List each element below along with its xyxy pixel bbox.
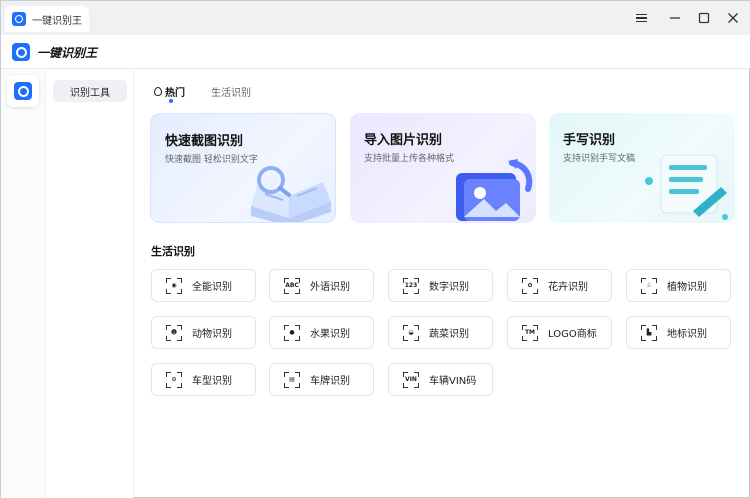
title-bar: 一键识别王 — [1, 1, 750, 35]
tool-label: 车型识别 — [192, 376, 232, 387]
maximize-icon[interactable] — [696, 10, 712, 26]
tool-button-license-plate[interactable]: ▤ 车牌识别 — [269, 363, 374, 396]
vegetable-scan-icon: ◒ — [403, 324, 419, 341]
sub-navigation: 识别工具 — [46, 69, 134, 498]
tool-label: 动物识别 — [192, 329, 232, 340]
active-tab-indicator — [169, 99, 173, 103]
number-scan-icon: 123 — [403, 277, 419, 294]
tool-button-vegetable[interactable]: ◒ 蔬菜识别 — [388, 316, 493, 349]
tab-hot-label: 热门 — [165, 88, 185, 99]
window-tab[interactable]: 一键识别王 — [5, 6, 89, 32]
tool-button-vin[interactable]: VIN 车辆VIN码 — [388, 363, 493, 396]
menu-icon[interactable] — [633, 10, 649, 26]
tool-button-logo[interactable]: TM LOGO商标 — [507, 316, 612, 349]
icon-rail — [1, 69, 46, 498]
tool-label: 蔬菜识别 — [429, 329, 469, 340]
tool-button-plant[interactable]: ♧ 植物识别 — [626, 269, 731, 302]
tool-button-landmark[interactable]: ▙ 地标识别 — [626, 316, 731, 349]
tab-hot[interactable]: 热门 — [154, 84, 185, 99]
eye-scan-icon: ◉ — [166, 277, 182, 294]
car-scan-icon: ⊙ — [166, 371, 182, 388]
tool-label: 全能识别 — [192, 282, 232, 293]
tool-label: 外语识别 — [310, 282, 350, 293]
animal-scan-icon: ☻ — [166, 324, 182, 341]
handwriting-scroll-icon — [645, 154, 728, 220]
app-header: 一键识别王 — [1, 35, 750, 69]
tool-button-flower[interactable]: ✿ 花卉识别 — [507, 269, 612, 302]
tool-button-foreign-language[interactable]: ABC 外语识别 — [269, 269, 374, 302]
tool-label: 车牌识别 — [310, 376, 350, 387]
rail-item-recognize[interactable] — [7, 75, 39, 107]
card-screenshot-recognition[interactable]: 快速截图识别 快速截图 轻松识别文字 — [150, 113, 336, 223]
landmark-scan-icon: ▙ — [641, 324, 657, 341]
tool-label: 植物识别 — [667, 282, 707, 293]
tool-label: 花卉识别 — [548, 282, 588, 293]
tool-label: 车辆VIN码 — [429, 376, 477, 387]
flower-scan-icon: ✿ — [522, 277, 538, 294]
card-title: 快速截图识别 — [165, 134, 244, 149]
tool-label: 水果识别 — [310, 329, 350, 340]
subnav-item-tools[interactable]: 识别工具 — [53, 80, 127, 102]
vin-scan-icon: VIN — [403, 371, 419, 388]
app-name: 一键识别王 — [37, 46, 98, 60]
plant-scan-icon: ♧ — [641, 277, 657, 294]
tool-button-car-model[interactable]: ⊙ 车型识别 — [151, 363, 256, 396]
window-tab-title: 一键识别王 — [32, 15, 82, 27]
tab-life[interactable]: 生活识别 — [211, 84, 251, 99]
tool-label: 地标识别 — [667, 329, 707, 340]
tool-button-animal[interactable]: ☻ 动物识别 — [151, 316, 256, 349]
card-subtitle: 支持批量上传各种格式 — [364, 154, 455, 164]
tool-label: 数字识别 — [429, 282, 469, 293]
section-title: 生活识别 — [151, 245, 195, 258]
recognize-icon — [14, 82, 32, 100]
open-book-magnifier-icon — [251, 166, 331, 222]
app-window: 一键识别王 一键识别王 识别工具 热门 生活识别 快速截图识别 快速截图 轻松识… — [0, 0, 750, 498]
app-logo-icon — [12, 43, 30, 61]
card-handwriting[interactable]: 手写识别 支持识别手写文稿 — [549, 113, 735, 223]
card-subtitle: 支持识别手写文稿 — [563, 154, 636, 164]
image-import-icon — [456, 159, 533, 221]
card-title: 手写识别 — [563, 133, 616, 148]
fruit-scan-icon: ● — [284, 324, 300, 341]
logo-scan-icon: TM — [522, 324, 538, 341]
tool-label: LOGO商标 — [548, 329, 597, 340]
app-logo-icon — [12, 12, 26, 26]
close-icon[interactable] — [725, 10, 741, 26]
card-image-import[interactable]: 导入图片识别 支持批量上传各种格式 — [350, 113, 536, 223]
card-title: 导入图片识别 — [364, 133, 443, 148]
minimize-icon[interactable] — [667, 10, 683, 26]
abc-scan-icon: ABC — [284, 277, 300, 294]
tool-button-all[interactable]: ◉ 全能识别 — [151, 269, 256, 302]
license-plate-scan-icon: ▤ — [284, 371, 300, 388]
tool-button-number[interactable]: 123 数字识别 — [388, 269, 493, 302]
flame-icon — [154, 87, 162, 96]
tool-button-fruit[interactable]: ● 水果识别 — [269, 316, 374, 349]
